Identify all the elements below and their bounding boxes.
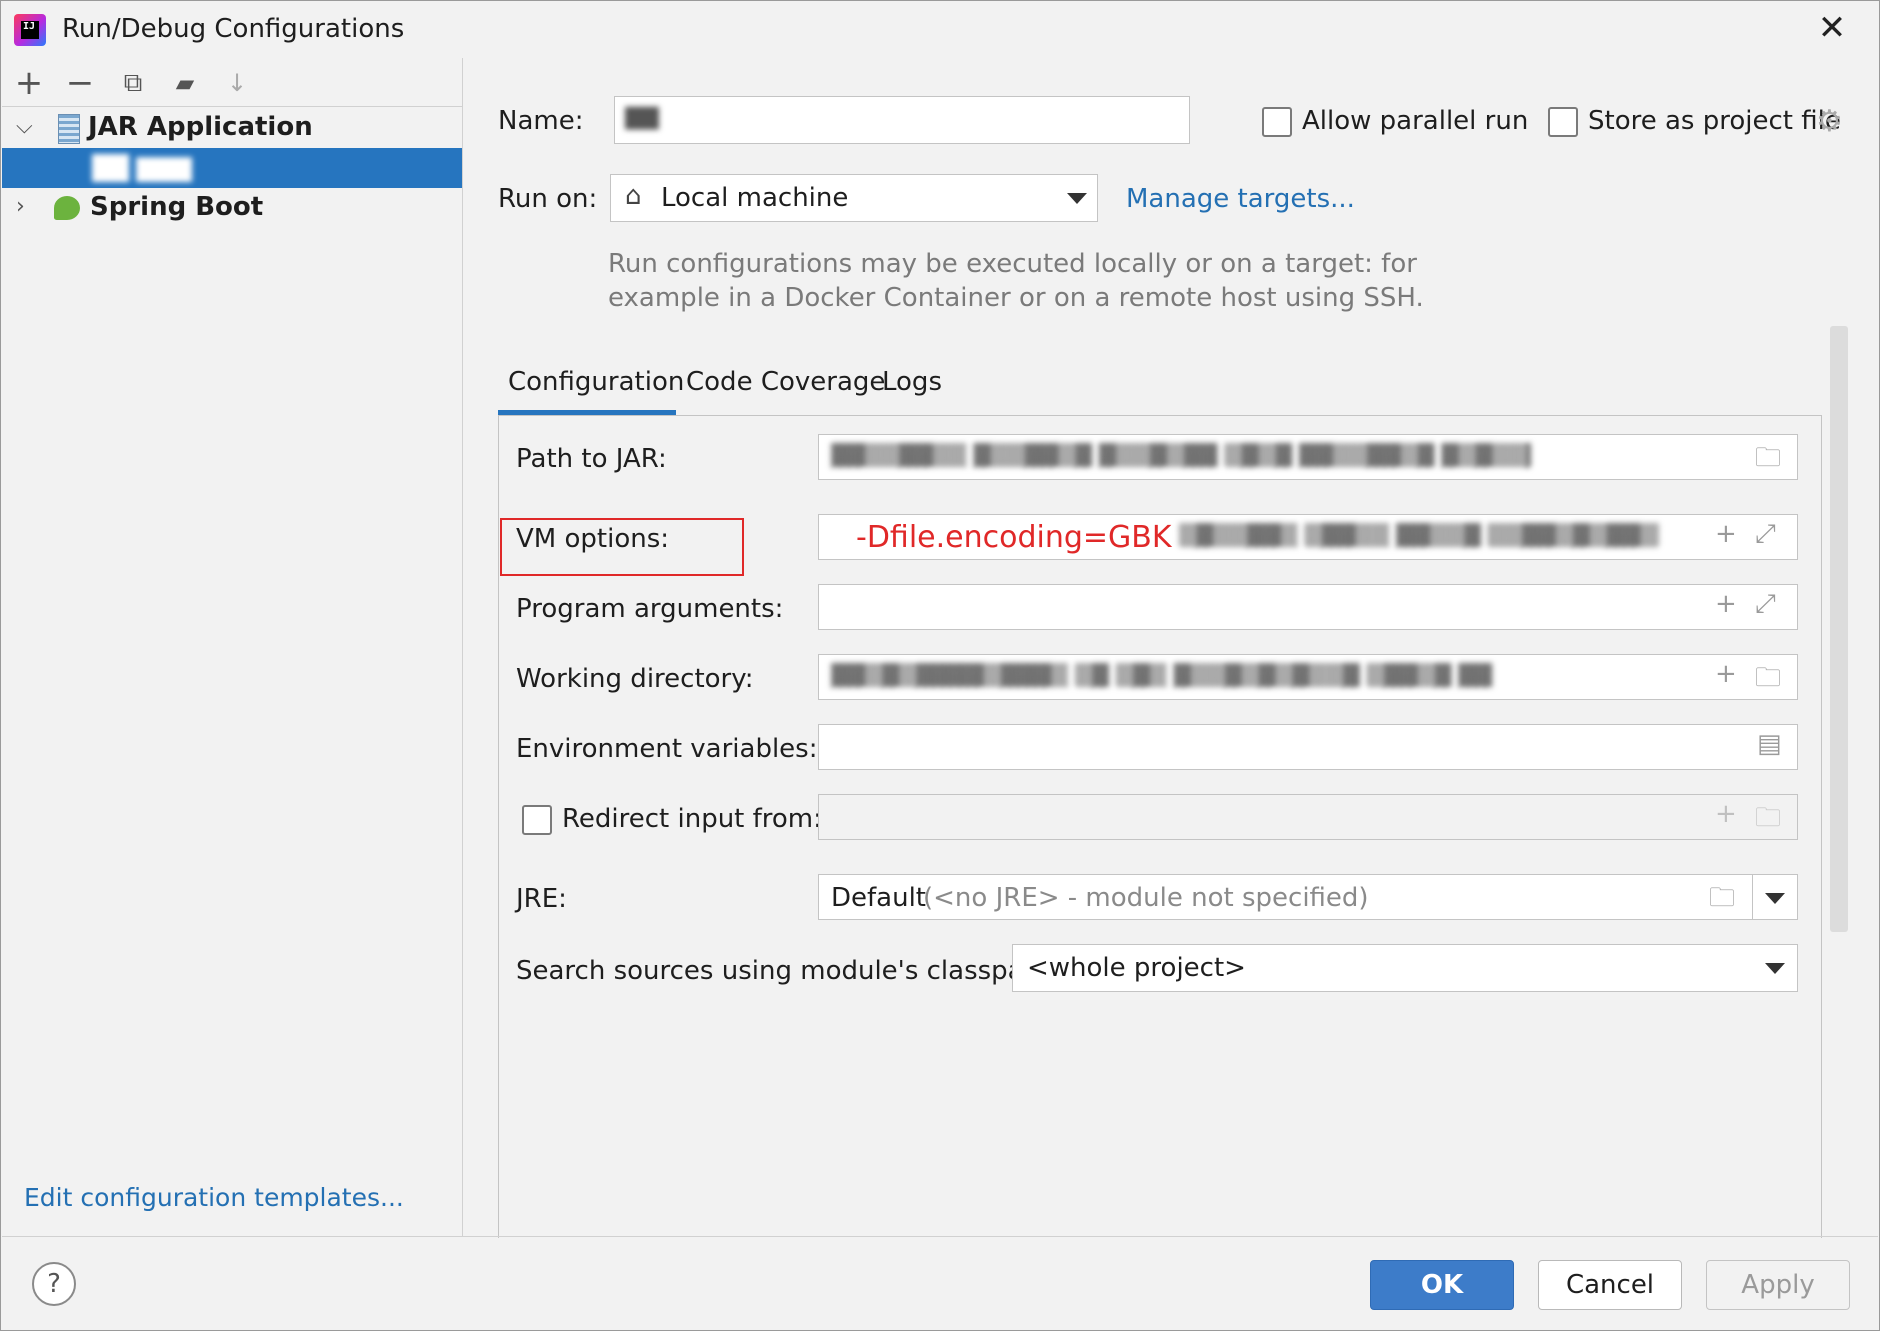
window-title: Run/Debug Configurations (62, 14, 405, 44)
path-to-jar-label: Path to JAR: (516, 444, 667, 474)
selected-config-name: ██ ▇▇▇ (92, 154, 192, 182)
program-arguments-label: Program arguments: (516, 594, 784, 624)
redirect-input-label: Redirect input from: (562, 804, 822, 834)
annotation-vm-option-text: -Dfile.encoding=GBK (856, 520, 1172, 555)
path-to-jar-field[interactable]: ▓▓▒▒▓▓▒▒ ▓▒▒▓▓▒▓ ▓▒▒▓▒▓▓ ▒▓▒▓ ▓▓▒▒▓▓▒▓ ▓… (818, 434, 1798, 480)
search-sources-dropdown[interactable]: <whole project> (1012, 944, 1798, 992)
expand-icon[interactable]: ⤢ (1755, 519, 1776, 550)
folder-icon: 🗀 (1755, 803, 1782, 833)
add-icon[interactable]: + (1715, 589, 1737, 619)
environment-variables-label: Environment variables: (516, 734, 818, 764)
configurations-sidebar (2, 58, 463, 1236)
manage-targets-link[interactable]: Manage targets... (1126, 184, 1355, 214)
jar-icon (58, 114, 80, 144)
tab-configuration[interactable]: Configuration (508, 367, 684, 397)
jre-field[interactable]: Default (<no JRE> - module not specified… (818, 874, 1756, 920)
working-directory-label: Working directory: (516, 664, 754, 694)
run-on-value: Local machine (661, 183, 849, 213)
apply-button[interactable]: Apply (1706, 1260, 1850, 1310)
redirect-input-checkbox[interactable] (522, 805, 552, 835)
folder-icon[interactable]: 🗀 (1755, 659, 1781, 703)
toolbar-divider (2, 106, 462, 107)
gear-icon[interactable]: ⚙ (1816, 104, 1843, 139)
tree-node-selected-config[interactable]: ██ ▇▇▇ (2, 148, 462, 188)
allow-parallel-run-checkbox[interactable] (1262, 107, 1292, 137)
home-icon: ⌂ (625, 181, 642, 211)
title-bar: IJ Run/Debug Configurations ✕ (0, 0, 1880, 58)
store-as-project-file-label: Store as project file (1588, 106, 1841, 136)
path-to-jar-value: ▓▓▒▒▓▓▒▒ ▓▒▒▓▓▒▓ ▓▒▒▓▒▓▓ ▒▓▒▓ ▓▓▒▒▓▓▒▓ ▓… (831, 443, 1531, 468)
name-field[interactable]: ▇▇ (614, 96, 1190, 144)
folder-icon[interactable]: 🗀 (1755, 439, 1781, 483)
add-icon[interactable]: + (1715, 659, 1737, 689)
copy-icon[interactable]: ⧉ (116, 66, 150, 100)
close-icon[interactable]: ✕ (1814, 10, 1850, 46)
jre-value: Default (831, 883, 926, 913)
add-icon: + (1715, 799, 1737, 829)
jre-hint: (<no JRE> - module not specified) (923, 883, 1369, 913)
search-sources-value: <whole project> (1027, 953, 1246, 983)
new-folder-icon[interactable]: ▰ (168, 66, 202, 100)
add-icon[interactable]: + (12, 66, 46, 100)
ok-button[interactable]: OK (1370, 1260, 1514, 1310)
program-arguments-field[interactable]: + ⤢ (818, 584, 1798, 630)
add-icon[interactable]: + (1715, 519, 1737, 549)
run-on-label: Run on: (498, 184, 598, 214)
remove-icon[interactable]: − (63, 66, 97, 100)
allow-parallel-run-label: Allow parallel run (1302, 106, 1529, 136)
vm-options-rest: ▒▓▒▒▓▓▒ ▒▓▓▒▒ ▓▓▒▒▓ ▒▒▓▓▒▓▒▓▓▒▒▓ (1179, 523, 1659, 548)
tab-logs[interactable]: Logs (882, 367, 942, 397)
jre-label: JRE: (516, 884, 567, 914)
tree-node-spring-boot[interactable]: › Spring Boot (2, 188, 462, 228)
jre-dropdown-button[interactable] (1752, 874, 1798, 920)
store-as-project-file-checkbox[interactable] (1548, 107, 1578, 137)
intellij-logo-icon: IJ (14, 14, 46, 46)
name-label: Name: (498, 106, 584, 136)
chevron-right-icon: › (16, 194, 25, 219)
working-directory-field[interactable]: ▓▓▒▓▒▓▓▓▓▒▓▓▓▒ ▒▓ ▒▓▒ ▓▒▒▓▒▓▒▓▒▒▓ ▒▓▓▒▓ … (818, 654, 1798, 700)
tree-label-spring-boot: Spring Boot (90, 192, 264, 222)
tree-node-jar-application[interactable]: ⌵ JAR Application (2, 108, 462, 148)
dropdown-arrow-icon (1765, 963, 1785, 974)
search-sources-label: Search sources using module's classpath: (516, 956, 1060, 986)
run-on-dropdown[interactable]: ⌂ Local machine (610, 174, 1098, 222)
sort-icon[interactable]: ↓ (220, 66, 254, 100)
edit-configuration-templates-link[interactable]: Edit configuration templates... (24, 1183, 404, 1212)
run-on-hint-line1: Run configurations may be executed local… (608, 249, 1417, 279)
run-on-hint-line2: example in a Docker Container or on a re… (608, 283, 1424, 313)
spring-boot-icon (54, 196, 80, 220)
working-directory-value: ▓▓▒▓▒▓▓▓▓▒▓▓▓▒ ▒▓ ▒▓▒ ▓▒▒▓▒▓▒▓▒▒▓ ▒▓▓▒▓ … (831, 663, 1492, 688)
redirect-input-field[interactable]: + 🗀 (818, 794, 1798, 840)
document-icon[interactable]: ▤ (1757, 729, 1782, 759)
annotation-highlight-box (500, 518, 744, 576)
help-icon[interactable]: ? (32, 1262, 76, 1306)
chevron-down-icon: ⌵ (16, 114, 33, 139)
scrollbar[interactable] (1830, 326, 1848, 932)
name-value: ▇▇ (625, 105, 659, 130)
folder-icon[interactable]: 🗀 (1709, 879, 1735, 923)
dropdown-arrow-icon (1067, 193, 1087, 204)
active-tab-indicator (498, 410, 676, 415)
environment-variables-field[interactable]: ▤ (818, 724, 1798, 770)
tree-label-jar-application: JAR Application (88, 112, 313, 142)
dropdown-arrow-icon (1765, 893, 1785, 904)
cancel-button[interactable]: Cancel (1538, 1260, 1682, 1310)
tab-code-coverage[interactable]: Code Coverage (686, 367, 885, 397)
expand-icon[interactable]: ⤢ (1755, 589, 1776, 620)
footer-divider (2, 1236, 1878, 1237)
